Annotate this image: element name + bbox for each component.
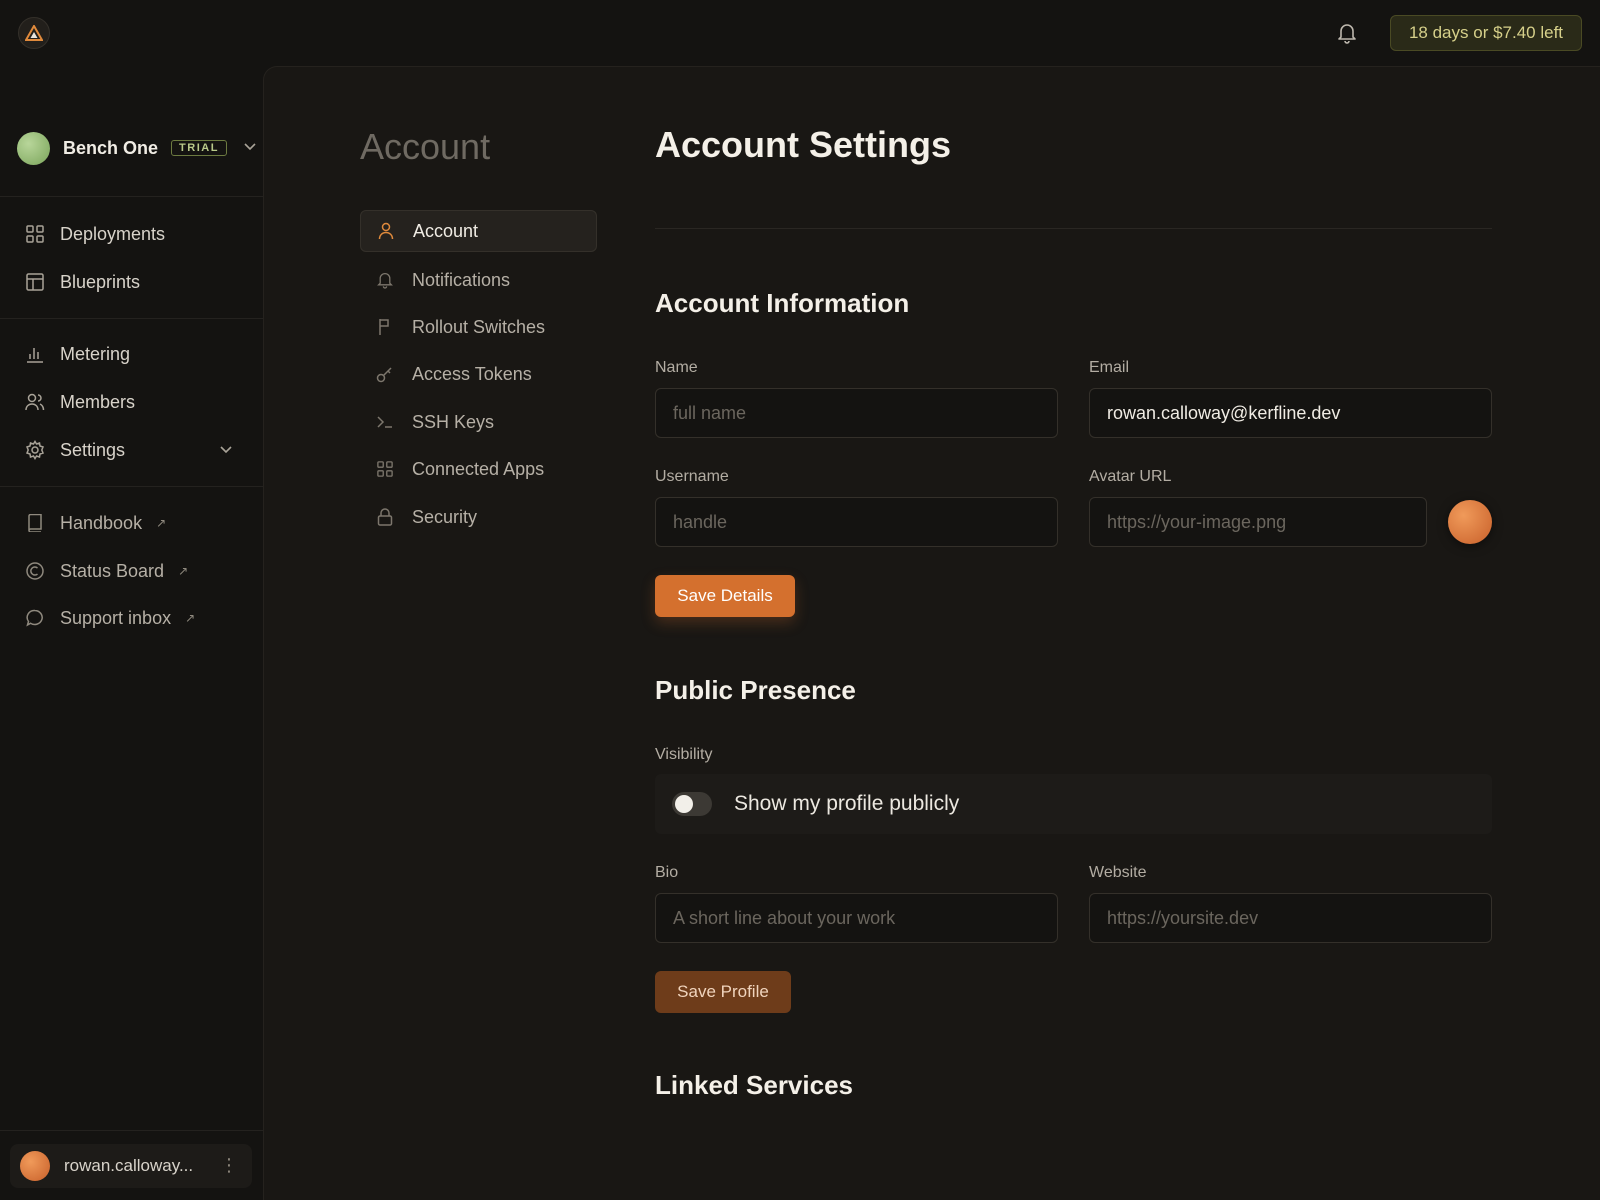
- sidebar-item-label: Status Board: [60, 560, 165, 581]
- sidebar-item-label: Support inbox: [60, 607, 172, 628]
- subnav-item-label: Security: [412, 506, 478, 527]
- sidebar-item-status-board[interactable]: Status Board ↗: [0, 551, 263, 591]
- bell-icon: [376, 271, 394, 289]
- sidebar-divider: [0, 318, 263, 319]
- sidebar-item-label: Deployments: [60, 223, 166, 244]
- subnav-item-label: SSH Keys: [412, 411, 495, 432]
- avatar: [20, 1151, 50, 1181]
- terminal-icon: [376, 413, 394, 431]
- sidebar-item-support-inbox[interactable]: Support inbox ↗: [0, 598, 263, 638]
- section-title-public-presence: Public Presence: [655, 675, 856, 705]
- subnav-item-label: Account: [413, 220, 479, 241]
- notifications-button[interactable]: [1334, 20, 1360, 46]
- user-menu[interactable]: rowan.calloway... ⋮: [10, 1144, 252, 1188]
- sidebar-item-settings[interactable]: Settings: [0, 430, 263, 470]
- org-avatar: [17, 131, 50, 165]
- sidebar-item-label: Metering: [60, 343, 131, 364]
- users-icon: [25, 392, 45, 412]
- grid-icon: [376, 460, 394, 478]
- sidebar-divider: [0, 486, 263, 487]
- email-label: Email: [1089, 359, 1130, 376]
- name-input[interactable]: [655, 388, 1058, 438]
- section-title-account-information: Account Information: [655, 288, 910, 318]
- external-link-icon: ↗: [156, 516, 167, 530]
- subnav-item-label: Connected Apps: [412, 458, 545, 479]
- subnav-item-label: Access Tokens: [412, 363, 532, 384]
- org-switcher[interactable]: Bench One TRIAL: [17, 131, 257, 165]
- avatar-url-input[interactable]: [1089, 497, 1427, 547]
- bio-input[interactable]: [655, 893, 1058, 943]
- trial-status-button[interactable]: 18 days or $7.40 left: [1390, 15, 1582, 51]
- app-logo[interactable]: [18, 17, 50, 49]
- sidebar-item-label: Blueprints: [60, 271, 141, 292]
- sidebar-item-members[interactable]: Members: [0, 382, 263, 422]
- save-details-button[interactable]: Save Details: [655, 575, 795, 617]
- email-input[interactable]: [1089, 388, 1492, 438]
- name-label: Name: [655, 359, 698, 376]
- page-title: Account Settings: [655, 124, 952, 165]
- subnav-title: Account: [360, 126, 491, 167]
- sidebar-item-handbook[interactable]: Handbook ↗: [0, 503, 263, 543]
- subnav-item-notifications[interactable]: Notifications: [360, 259, 597, 301]
- sidebar-item-label: Handbook: [60, 512, 143, 533]
- chevron-down-icon: [244, 143, 256, 151]
- subnav-item-rollout-switches[interactable]: Rollout Switches: [360, 306, 597, 348]
- sidebar-item-label: Settings: [60, 439, 126, 460]
- subnav-item-access-tokens[interactable]: Access Tokens: [360, 353, 597, 395]
- trial-badge: TRIAL: [171, 140, 227, 156]
- user-name: rowan.calloway...: [64, 1156, 194, 1175]
- org-name: Bench One: [63, 137, 159, 158]
- bell-icon: [1338, 24, 1356, 44]
- lock-icon: [376, 508, 394, 526]
- status-icon: [25, 561, 45, 581]
- visibility-toggle[interactable]: [672, 792, 712, 816]
- section-title-linked-services: Linked Services: [655, 1070, 853, 1100]
- sidebar-item-label: Members: [60, 391, 136, 412]
- subnav-item-connected-apps[interactable]: Connected Apps: [360, 448, 597, 490]
- save-profile-button[interactable]: Save Profile: [655, 971, 791, 1013]
- key-icon: [376, 365, 394, 383]
- title-divider: [655, 228, 1492, 229]
- external-link-icon: ↗: [178, 564, 189, 578]
- sidebar-item-blueprints[interactable]: Blueprints: [0, 262, 263, 302]
- subnav-item-account[interactable]: Account: [360, 210, 597, 252]
- sidebar-item-metering[interactable]: Metering: [0, 334, 263, 374]
- username-label: Username: [655, 468, 729, 485]
- website-label: Website: [1089, 864, 1147, 881]
- avatar-url-label: Avatar URL: [1089, 468, 1172, 485]
- sidebar-divider: [0, 196, 263, 197]
- book-icon: [25, 513, 45, 533]
- subnav-item-ssh-keys[interactable]: SSH Keys: [360, 401, 597, 443]
- bio-label: Bio: [655, 864, 679, 881]
- visibility-toggle-row[interactable]: Show my profile publicly: [655, 774, 1492, 834]
- logo-icon: [25, 25, 43, 41]
- visibility-label: Visibility: [655, 746, 713, 763]
- subnav-item-label: Rollout Switches: [412, 316, 546, 337]
- grid-icon: [25, 224, 45, 244]
- external-link-icon: ↗: [185, 611, 196, 625]
- bar-chart-icon: [25, 344, 45, 364]
- username-input[interactable]: [655, 497, 1058, 547]
- gear-icon: [25, 440, 45, 460]
- user-icon: [377, 222, 395, 240]
- chevron-down-icon: [220, 446, 232, 454]
- visibility-toggle-label: Show my profile publicly: [734, 792, 960, 815]
- layout-icon: [25, 272, 45, 292]
- website-input[interactable]: [1089, 893, 1492, 943]
- chat-icon: [25, 608, 45, 628]
- toggle-knob: [675, 795, 693, 813]
- avatar-preview: [1448, 500, 1492, 544]
- sidebar-item-deployments[interactable]: Deployments: [0, 214, 263, 254]
- subnav-item-security[interactable]: Security: [360, 496, 597, 538]
- subnav-item-label: Notifications: [412, 269, 511, 290]
- flag-icon: [376, 318, 394, 336]
- sidebar-divider: [0, 1130, 263, 1131]
- more-vertical-icon[interactable]: ⋮: [220, 1155, 238, 1176]
